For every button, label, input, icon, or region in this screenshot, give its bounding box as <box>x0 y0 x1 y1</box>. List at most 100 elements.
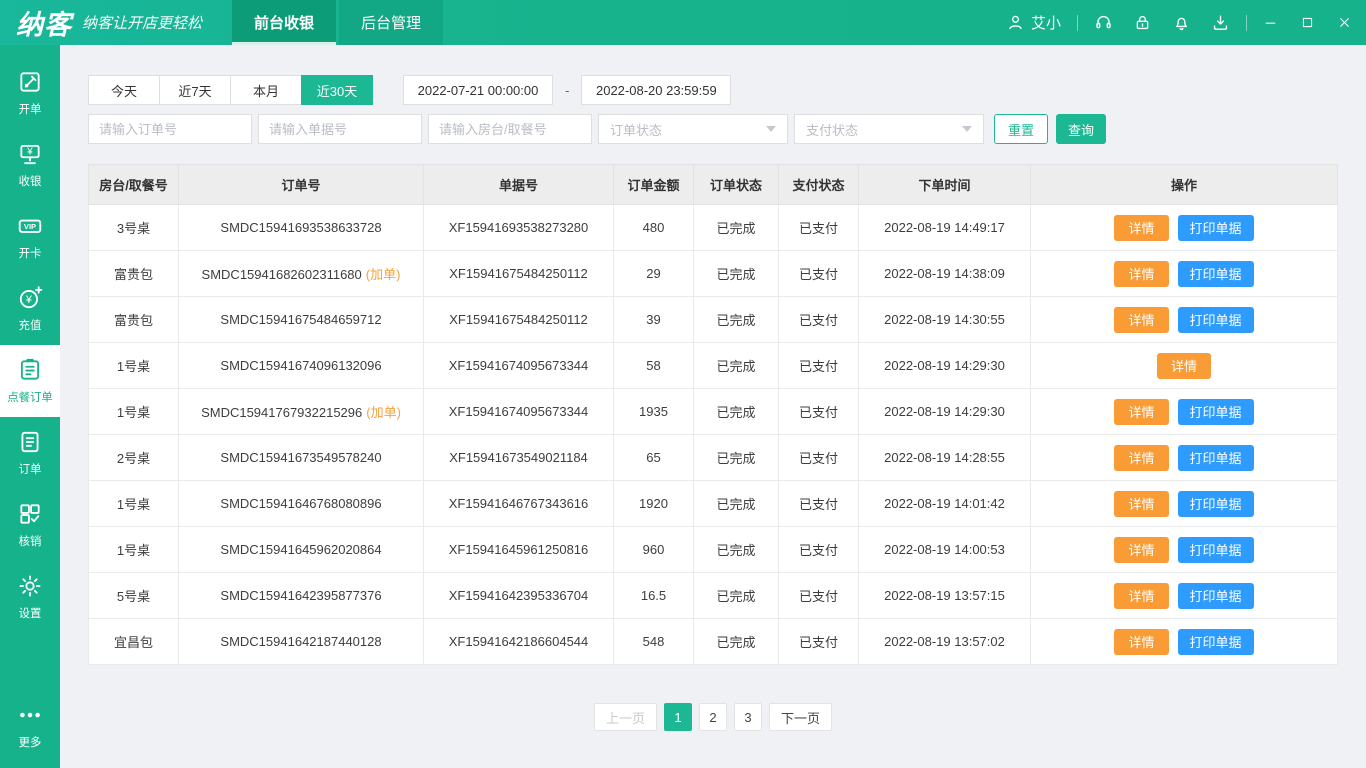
order-no-text: SMDC15941674096132096 <box>220 358 381 373</box>
pay-status-select[interactable]: 支付状态 <box>794 114 984 144</box>
body-row: 开单¥收银VIP开卡¥充值点餐订单订单核销设置更多 今天近7天本月近30天 - … <box>0 45 1366 768</box>
detail-button[interactable]: 详情 <box>1114 583 1168 609</box>
maximize-icon[interactable] <box>1300 15 1315 30</box>
chevron-down-icon <box>766 126 776 132</box>
sidebar-item-open-bill[interactable]: 开单 <box>0 57 60 129</box>
range-button-today[interactable]: 今天 <box>88 75 160 105</box>
page-button-3[interactable]: 3 <box>734 703 762 731</box>
top-tab-front-cashier[interactable]: 前台收银 <box>232 0 336 45</box>
cell-amount: 548 <box>614 619 694 665</box>
detail-button[interactable]: 详情 <box>1114 215 1168 241</box>
table-row: 富贵包SMDC15941675484659712XF15941675484250… <box>89 297 1338 343</box>
sidebar-item-label: 设置 <box>19 604 42 620</box>
print-receipt-button[interactable]: 打印单据 <box>1178 445 1254 471</box>
range-button-this-month[interactable]: 本月 <box>230 75 302 105</box>
range-button-last30days[interactable]: 近30天 <box>301 75 373 105</box>
print-receipt-button[interactable]: 打印单据 <box>1178 261 1254 287</box>
search-button[interactable]: 查询 <box>1056 114 1106 144</box>
detail-button[interactable]: 详情 <box>1114 445 1168 471</box>
print-receipt-button[interactable]: 打印单据 <box>1178 491 1254 517</box>
window-controls <box>1263 15 1352 30</box>
detail-button[interactable]: 详情 <box>1114 491 1168 517</box>
sidebar-item-cashier[interactable]: ¥收银 <box>0 129 60 201</box>
column-header: 单据号 <box>424 165 614 205</box>
svg-text:¥: ¥ <box>25 294 33 306</box>
sidebar-item-order[interactable]: 订单 <box>0 417 60 489</box>
sidebar-item-verify[interactable]: 核销 <box>0 489 60 561</box>
detail-button[interactable]: 详情 <box>1114 261 1168 287</box>
cell-time: 2022-08-19 14:30:55 <box>859 297 1031 343</box>
lock-icon[interactable] <box>1133 13 1152 32</box>
print-receipt-button[interactable]: 打印单据 <box>1178 583 1254 609</box>
detail-button[interactable]: 详情 <box>1157 353 1211 379</box>
cell-receipt-no: XF15941642395336704 <box>424 573 614 619</box>
sidebar-item-recharge[interactable]: ¥ 充值 <box>0 273 60 345</box>
table-row: 1号桌SMDC15941674096132096XF15941674095673… <box>89 343 1338 389</box>
page-button-2[interactable]: 2 <box>699 703 727 731</box>
cell-pay-status: 已支付 <box>779 297 859 343</box>
page-button-1[interactable]: 1 <box>664 703 692 731</box>
cell-order-no: SMDC15941673549578240 <box>179 435 424 481</box>
print-receipt-button[interactable]: 打印单据 <box>1178 307 1254 333</box>
receipt-no-input[interactable] <box>258 114 422 144</box>
cell-order-status: 已完成 <box>694 481 779 527</box>
detail-button[interactable]: 详情 <box>1114 629 1168 655</box>
download-icon[interactable] <box>1211 13 1230 32</box>
headset-icon[interactable] <box>1094 13 1113 32</box>
cell-amount: 29 <box>614 251 694 297</box>
date-from-input[interactable] <box>403 75 553 105</box>
print-receipt-button[interactable]: 打印单据 <box>1178 399 1254 425</box>
divider <box>1077 15 1078 31</box>
cell-receipt-no: XF15941675484250112 <box>424 251 614 297</box>
chevron-down-icon <box>962 126 972 132</box>
next-page-button[interactable]: 下一页 <box>769 703 832 731</box>
sidebar-item-more[interactable]: 更多 <box>0 690 60 762</box>
order-no-input[interactable] <box>88 114 252 144</box>
minimize-icon[interactable] <box>1263 15 1278 30</box>
table-row: 3号桌SMDC15941693538633728XF15941693538273… <box>89 205 1338 251</box>
sidebar: 开单¥收银VIP开卡 ¥ 充值点餐订单订单核销设置更多 <box>0 45 60 768</box>
detail-button[interactable]: 详情 <box>1114 537 1168 563</box>
cell-order-no: SMDC15941675484659712 <box>179 297 424 343</box>
order-no-text: SMDC15941646768080896 <box>220 496 381 511</box>
close-icon[interactable] <box>1337 15 1352 30</box>
order-status-select[interactable]: 订单状态 <box>598 114 788 144</box>
sidebar-item-open-card[interactable]: VIP开卡 <box>0 201 60 273</box>
cell-receipt-no: XF15941693538273280 <box>424 205 614 251</box>
cell-order-status: 已完成 <box>694 389 779 435</box>
detail-button[interactable]: 详情 <box>1114 307 1168 333</box>
table-row: 2号桌SMDC15941673549578240XF15941673549021… <box>89 435 1338 481</box>
room-no-input[interactable] <box>428 114 592 144</box>
orders-table: 房台/取餐号订单号单据号订单金额订单状态支付状态下单时间操作 3号桌SMDC15… <box>88 164 1338 665</box>
sidebar-item-food-order[interactable]: 点餐订单 <box>0 345 60 417</box>
pay-status-value: 支付状态 <box>806 120 858 139</box>
date-to-input[interactable] <box>581 75 731 105</box>
order-no-text: SMDC15941675484659712 <box>220 312 381 327</box>
detail-button[interactable]: 详情 <box>1114 399 1168 425</box>
user-menu[interactable]: 艾小 <box>1006 12 1061 33</box>
table-row: 1号桌SMDC15941645962020864XF15941645961250… <box>89 527 1338 573</box>
cell-room: 1号桌 <box>89 389 179 435</box>
range-button-last7days[interactable]: 近7天 <box>159 75 231 105</box>
cell-actions: 详情打印单据 <box>1031 573 1338 619</box>
filter-row-dates: 今天近7天本月近30天 - <box>88 75 1338 105</box>
reset-button[interactable]: 重置 <box>994 114 1048 144</box>
print-receipt-button[interactable]: 打印单据 <box>1178 215 1254 241</box>
cell-pay-status: 已支付 <box>779 343 859 389</box>
top-tab-backend-admin[interactable]: 后台管理 <box>339 0 443 45</box>
cell-amount: 16.5 <box>614 573 694 619</box>
print-receipt-button[interactable]: 打印单据 <box>1178 537 1254 563</box>
cell-receipt-no: XF15941646767343616 <box>424 481 614 527</box>
print-receipt-button[interactable]: 打印单据 <box>1178 629 1254 655</box>
cell-amount: 39 <box>614 297 694 343</box>
verify-icon <box>17 501 43 527</box>
cell-receipt-no: XF15941675484250112 <box>424 297 614 343</box>
bell-icon[interactable] <box>1172 13 1191 32</box>
user-name: 艾小 <box>1031 12 1061 33</box>
prev-page-button[interactable]: 上一页 <box>594 703 657 731</box>
sidebar-item-label: 充值 <box>19 316 42 332</box>
pagination: 上一页123下一页 <box>88 703 1338 731</box>
cell-order-no: SMDC15941642395877376 <box>179 573 424 619</box>
sidebar-item-settings[interactable]: 设置 <box>0 561 60 633</box>
order-no-text: SMDC15941693538633728 <box>220 220 381 235</box>
